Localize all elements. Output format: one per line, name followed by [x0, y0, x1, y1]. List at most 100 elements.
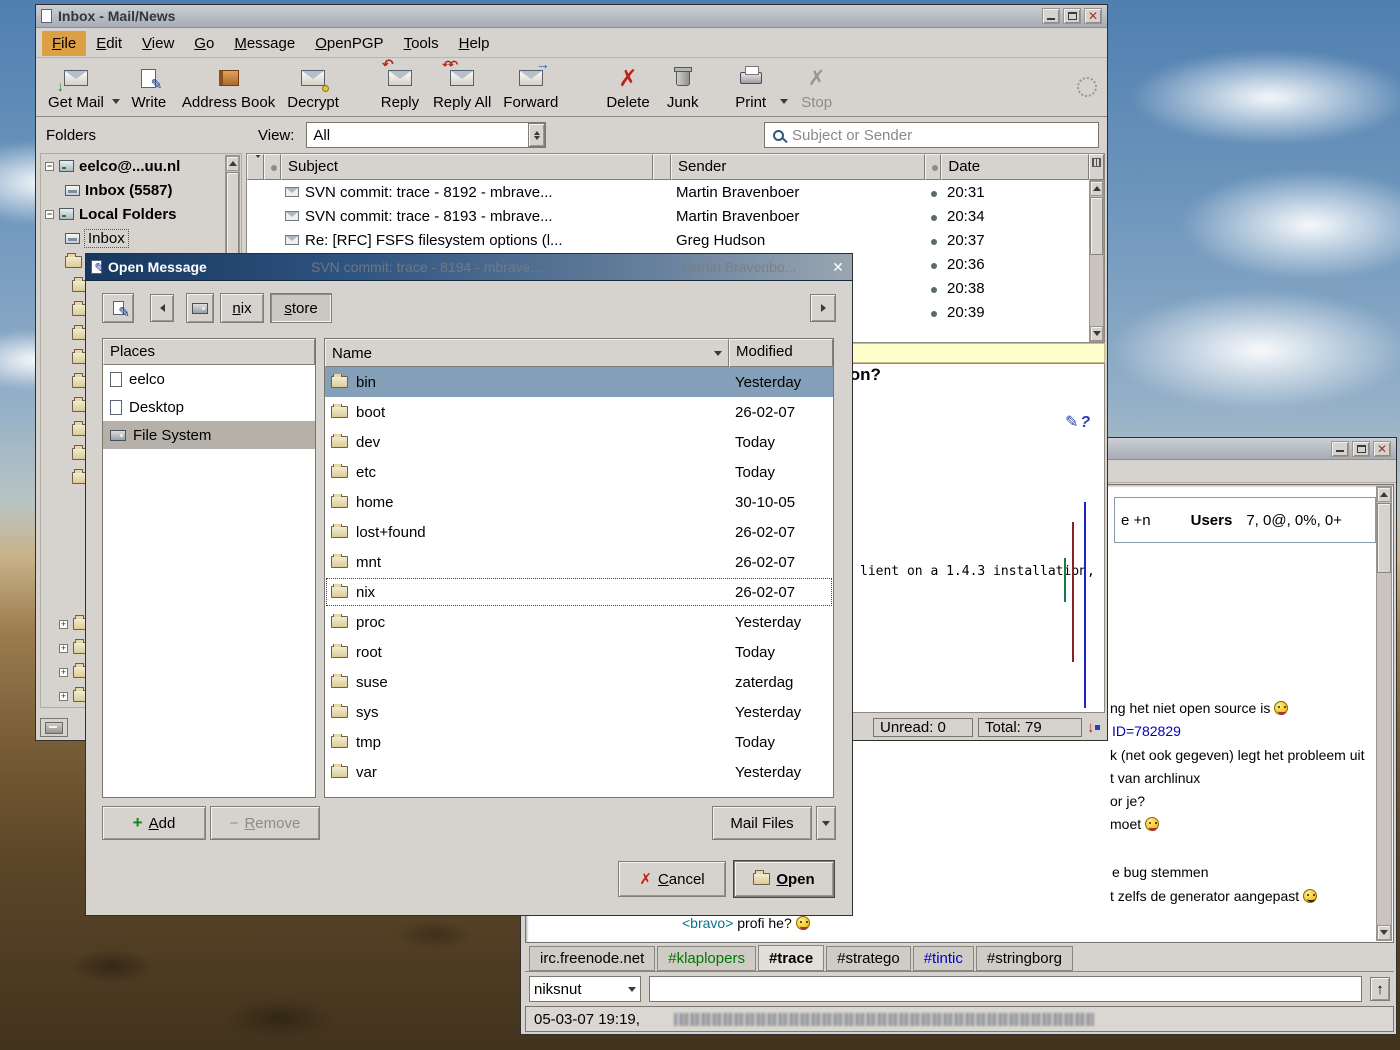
file-row[interactable]: susezaterdag	[325, 667, 833, 697]
sender-column-header[interactable]: Sender	[671, 154, 925, 180]
subject-column-header[interactable]: Subject	[281, 154, 653, 180]
name-column-header[interactable]: Name	[325, 339, 729, 367]
folder-tree-item[interactable]	[41, 612, 90, 636]
close-button[interactable]: ✕	[1373, 441, 1391, 457]
place-eelco[interactable]: eelco	[103, 365, 315, 393]
menu-tools[interactable]: Tools	[394, 31, 449, 56]
decrypt-button[interactable]: Decrypt	[281, 61, 345, 113]
junk-button[interactable]: Junk	[656, 61, 710, 113]
filter-select[interactable]: Mail Files	[712, 806, 812, 840]
file-row[interactable]: nix26-02-07	[325, 577, 833, 607]
date-column-header[interactable]: Date	[941, 154, 1089, 180]
file-row[interactable]: rootToday	[325, 637, 833, 667]
menu-openpgp[interactable]: OpenPGP	[305, 31, 393, 56]
file-row[interactable]: devToday	[325, 427, 833, 457]
column-picker-button[interactable]	[1089, 154, 1104, 180]
search-input[interactable]	[792, 125, 1090, 145]
print-button[interactable]: Print	[724, 61, 778, 113]
menu-view[interactable]: View	[132, 31, 184, 56]
expand-icon[interactable]	[59, 620, 68, 629]
tree-item-inbox-account[interactable]: Inbox (5587)	[41, 178, 241, 202]
scroll-down-button[interactable]	[1090, 326, 1103, 341]
minimize-button[interactable]	[1331, 441, 1349, 457]
close-button[interactable]: ✕	[829, 258, 847, 276]
collapse-icon[interactable]	[45, 162, 54, 171]
file-row[interactable]: lost+found26-02-07	[325, 517, 833, 547]
file-row[interactable]: binYesterday	[325, 367, 833, 397]
expand-icon[interactable]	[59, 668, 68, 677]
write-button[interactable]: Write	[122, 61, 176, 113]
scroll-up-button[interactable]	[226, 156, 239, 171]
file-row[interactable]: tmpToday	[325, 727, 833, 757]
reply-all-button[interactable]: Reply All	[427, 61, 497, 113]
maximize-button[interactable]	[1352, 441, 1370, 457]
read-column-header[interactable]	[925, 154, 941, 180]
file-row[interactable]: varYesterday	[325, 757, 833, 787]
chat-input[interactable]	[649, 976, 1362, 1002]
file-row[interactable]: procYesterday	[325, 607, 833, 637]
folder-tree-item[interactable]	[41, 660, 90, 684]
open-button[interactable]: Open	[734, 861, 834, 897]
menu-message[interactable]: Message	[224, 31, 305, 56]
menu-help[interactable]: Help	[449, 31, 500, 56]
message-row[interactable]: SVN commit: trace - 8192 - mbrave... Mar…	[247, 180, 1104, 204]
expand-icon[interactable]	[59, 692, 68, 701]
maximize-button[interactable]	[1063, 8, 1081, 24]
add-button[interactable]: +Add	[102, 806, 206, 840]
mail-titlebar[interactable]: Inbox - Mail/News ✕	[36, 5, 1107, 28]
tree-item-local-folders[interactable]: Local Folders	[41, 202, 241, 226]
tab-trace[interactable]: #trace	[758, 945, 824, 971]
file-row[interactable]: home30-10-05	[325, 487, 833, 517]
file-row[interactable]: boot26-02-07	[325, 397, 833, 427]
tree-item-inbox-local[interactable]: Inbox	[41, 226, 241, 250]
tab-server[interactable]: irc.freenode.net	[529, 946, 655, 971]
menu-edit[interactable]: Edit	[86, 31, 132, 56]
filter-dropdown-button[interactable]	[816, 806, 836, 840]
search-box[interactable]	[764, 122, 1099, 148]
reply-button[interactable]: Reply	[373, 61, 427, 113]
path-button-nix[interactable]: nix	[220, 293, 264, 323]
path-root-button[interactable]	[186, 293, 214, 323]
chat-scrollbar[interactable]	[1376, 486, 1392, 941]
scroll-thumb[interactable]	[1090, 197, 1103, 255]
menu-file[interactable]: File	[42, 31, 86, 56]
print-dropdown[interactable]	[778, 64, 790, 110]
get-mail-button[interactable]: Get Mail	[42, 61, 110, 113]
modified-column-header[interactable]: Modified	[729, 339, 833, 367]
flag-column-header[interactable]	[247, 154, 264, 180]
offline-status-button[interactable]	[40, 718, 68, 737]
minimize-button[interactable]	[1042, 8, 1060, 24]
path-scroll-right-button[interactable]	[810, 294, 836, 322]
tab-tintic[interactable]: #tintic	[913, 946, 974, 971]
tree-item-account[interactable]: eelco@...uu.nl	[41, 154, 241, 178]
folder-tree-item[interactable]	[41, 684, 90, 708]
message-list-scrollbar[interactable]	[1089, 180, 1104, 342]
place-file-system[interactable]: File System	[103, 421, 315, 449]
cancel-button[interactable]: ✗Cancel	[618, 861, 726, 897]
forward-button[interactable]: Forward	[497, 61, 564, 113]
view-select[interactable]: All	[306, 122, 546, 148]
folder-tree-item[interactable]	[41, 636, 90, 660]
address-book-button[interactable]: Address Book	[176, 61, 281, 113]
tab-klaplopers[interactable]: #klaplopers	[657, 946, 756, 971]
collapse-icon[interactable]	[45, 210, 54, 219]
send-button[interactable]: ↑	[1370, 977, 1390, 1001]
tab-stratego[interactable]: #stratego	[826, 946, 911, 971]
message-row[interactable]: Re: [RFC] FSFS filesystem options (l... …	[247, 228, 1104, 252]
close-button[interactable]: ✕	[1084, 8, 1102, 24]
file-row[interactable]: sysYesterday	[325, 697, 833, 727]
file-row[interactable]: mnt26-02-07	[325, 547, 833, 577]
expand-icon[interactable]	[59, 644, 68, 653]
nick-selector[interactable]: niksnut	[529, 976, 641, 1002]
tab-stringborg[interactable]: #stringborg	[976, 946, 1073, 971]
file-row[interactable]: etcToday	[325, 457, 833, 487]
view-select-arrows[interactable]	[528, 123, 545, 147]
type-filename-button[interactable]	[102, 293, 134, 323]
chat-link[interactable]: ID=782829	[1112, 723, 1181, 739]
back-button[interactable]	[150, 294, 174, 322]
dialog-titlebar[interactable]: Open Message SVN commit: trace - 8194 - …	[86, 254, 852, 281]
menu-go[interactable]: Go	[184, 31, 224, 56]
delete-button[interactable]: Delete	[600, 61, 655, 113]
message-row[interactable]: SVN commit: trace - 8193 - mbrave... Mar…	[247, 204, 1104, 228]
junk-column-header[interactable]	[653, 154, 671, 180]
